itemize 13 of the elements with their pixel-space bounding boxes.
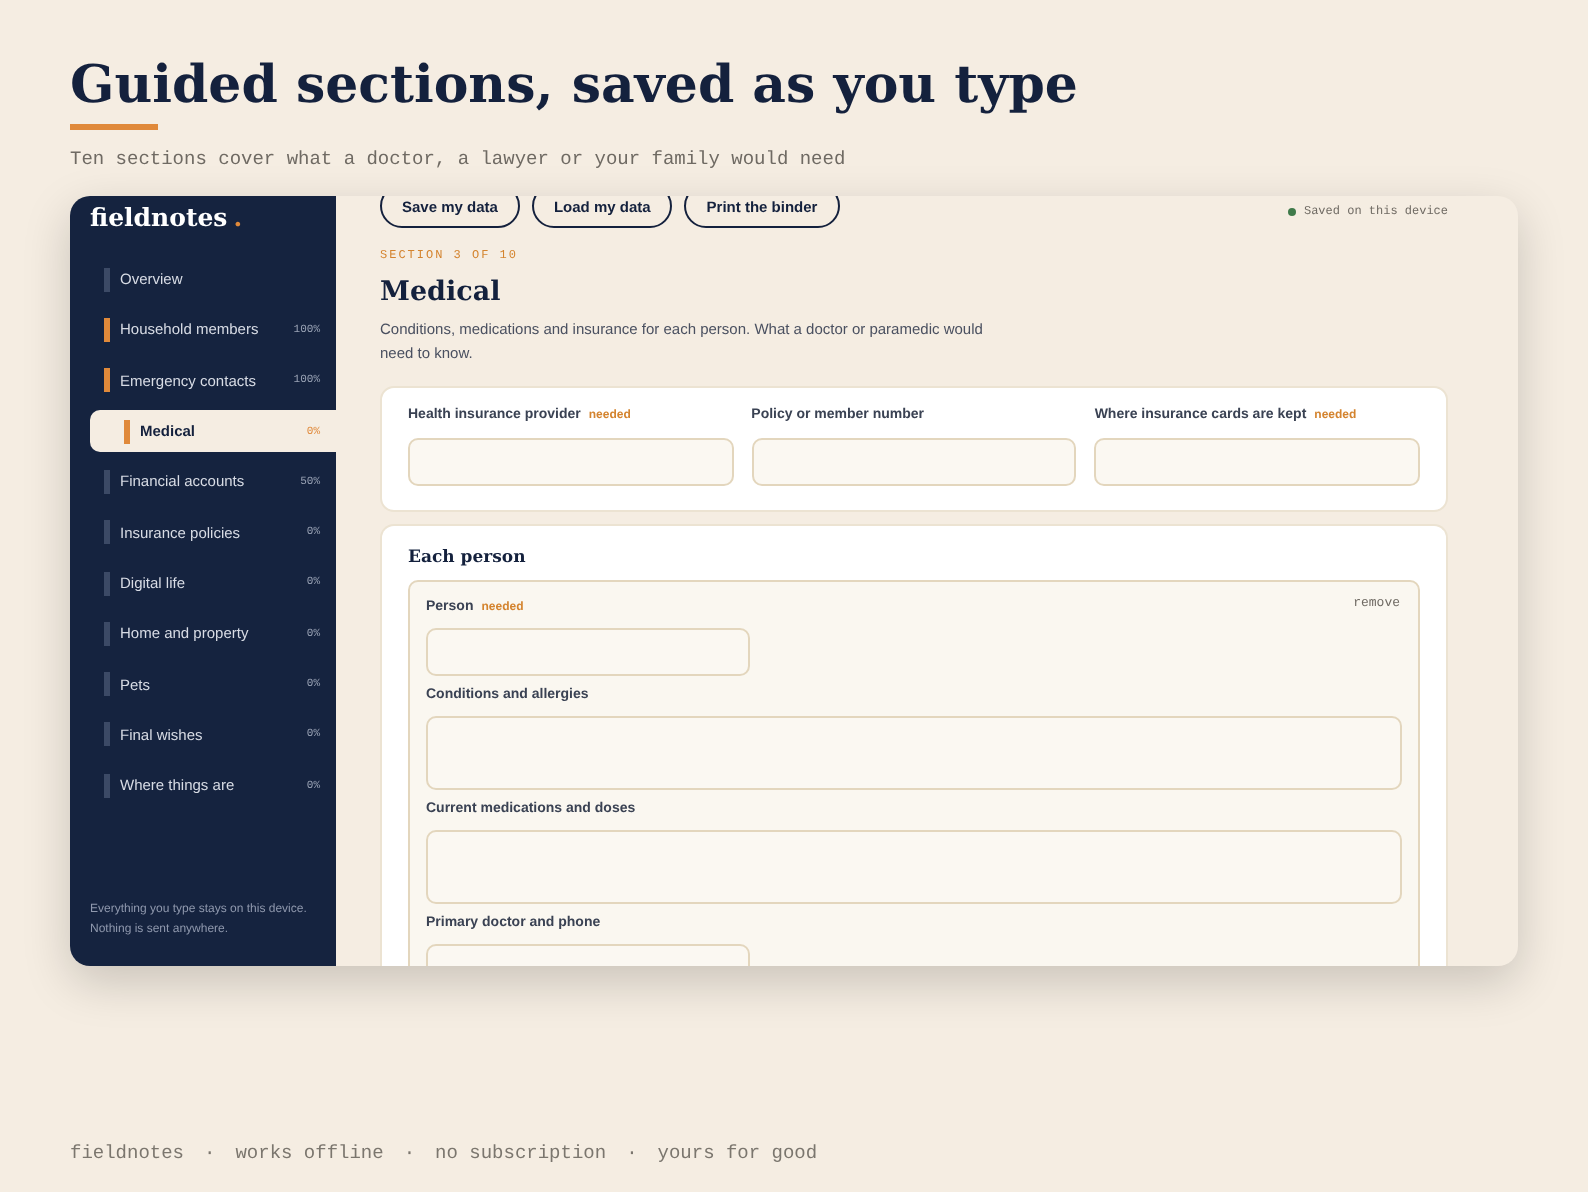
logo-dot: . <box>233 200 243 237</box>
page-subtitle: Ten sections cover what a doctor, a lawyer or your family would need <box>70 146 848 174</box>
footer-item: fieldnotes <box>70 1139 185 1168</box>
page-heading: Guided sections, saved as you type <box>70 54 1080 120</box>
separator-dot: · <box>204 1139 216 1168</box>
footer-item: no subscription <box>435 1139 607 1168</box>
footer-item: works offline <box>235 1139 384 1168</box>
app-logo: fieldnotes <box>90 200 228 237</box>
footer-item: yours for good <box>657 1139 818 1168</box>
card-title: Each person <box>408 545 528 571</box>
separator-dot: · <box>403 1139 416 1168</box>
separator-dot: · <box>626 1139 638 1168</box>
section-title: Medical <box>380 274 503 313</box>
